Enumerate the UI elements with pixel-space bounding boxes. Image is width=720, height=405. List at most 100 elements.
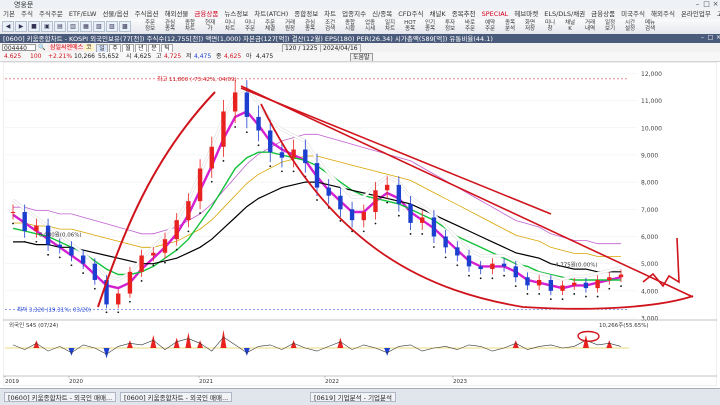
x-tick-label: 2019 — [5, 379, 19, 385]
menu-item[interactable]: 해외주식 — [648, 9, 678, 19]
candle-body — [490, 263, 495, 270]
toolbar-quick-button[interactable]: ▣ — [41, 21, 53, 32]
search-icon[interactable]: 🔍 — [38, 44, 45, 51]
toolbar-shortcut[interactable]: 화면 저장 — [520, 19, 540, 34]
toolbar-shortcut[interactable]: 주문 정보 — [140, 19, 160, 34]
menu-item[interactable]: 종목추천 — [449, 9, 479, 19]
price-row: 4.625 100 +2.21% 10,266 55,652 시 4,625 고… — [0, 52, 720, 62]
menu-item[interactable]: 미국주식 — [618, 9, 648, 19]
toolbar-shortcut[interactable]: 미니 주문 — [240, 19, 260, 34]
menu-item[interactable]: SPECIAL — [479, 9, 512, 19]
menu-item[interactable]: 금융상품 — [588, 9, 618, 19]
toolbar-shortcut[interactable]: 종목 분석 — [500, 19, 520, 34]
menu-item[interactable]: 주식 — [18, 9, 36, 19]
toolbar-shortcut[interactable]: 주문 체결 — [260, 19, 280, 34]
minimize-button[interactable]: – — [694, 1, 701, 8]
candle-body — [326, 187, 331, 196]
toolbar-quick-button[interactable]: ▩ — [119, 21, 131, 32]
taskbar-item[interactable]: [0600] 키움종합차트 - 외국인 매매... — [4, 392, 117, 402]
candle-body — [536, 279, 542, 286]
stock-code-input[interactable]: 004440 — [2, 44, 36, 52]
y-tick-label: 3,000 — [641, 316, 658, 323]
low-label: 저 — [186, 53, 192, 60]
candle-body — [431, 217, 437, 237]
signal-dot — [526, 293, 529, 295]
menu-item[interactable]: 차트(ATCH) — [251, 9, 291, 19]
toolbar-shortcut[interactable]: HOT 종목 — [400, 19, 420, 34]
volume: 10,266 — [74, 53, 95, 60]
toolbar-shortcut-line2: 분석 — [504, 26, 516, 32]
toolbar-quick-button[interactable]: ▥ — [67, 21, 79, 32]
signal-dot — [608, 287, 611, 290]
toolbar-shortcut[interactable]: 미니 차트 — [220, 19, 240, 34]
maximize-button[interactable]: □ — [703, 1, 710, 8]
menu-item[interactable]: 주식주문 — [36, 9, 66, 19]
candle-body — [279, 152, 285, 158]
toolbar-shortcut-line2: 종목 — [404, 26, 416, 32]
menu-item[interactable]: 해외선물 — [161, 9, 191, 19]
toolbar-shortcut[interactable]: 투자 정보 — [440, 19, 460, 34]
taskbar-item[interactable]: [0600] 키움종합차트 - 외국인 매매... — [120, 392, 233, 402]
toolbar-shortcut[interactable]: 거래 내역 — [580, 19, 600, 34]
toolbar-quick-button[interactable]: ■ — [28, 21, 40, 32]
menu-item[interactable]: CFD주식 — [395, 9, 426, 19]
candle-body — [116, 293, 121, 305]
candle-body — [338, 195, 343, 210]
window-close-button[interactable]: × — [712, 35, 720, 41]
candle-body — [595, 279, 600, 289]
menu-item[interactable]: 온라인업무 — [678, 9, 714, 19]
price-chart[interactable]: 12,000 11,000 10,000 9,000 8,000 7,000 6,000 5,… — [3, 62, 717, 386]
menu-item[interactable]: ELS/DLS/채권 — [541, 9, 588, 19]
toolbar-shortcut[interactable]: 바로 주문 — [460, 19, 480, 34]
toolbar-shortcut[interactable]: 업종 시세 — [360, 19, 380, 34]
menu-item[interactable]: 업종지수 — [339, 9, 369, 19]
menu-item[interactable]: 고객서비스 — [714, 9, 720, 19]
toolbar-quick-button[interactable]: ▶ — [15, 21, 27, 32]
toolbar-quick-button[interactable]: ▤ — [54, 21, 66, 32]
menu-item[interactable]: 차트 — [321, 9, 339, 19]
toolbar-shortcut[interactable]: 일정 보기 — [600, 19, 620, 34]
toolbar-quick-button[interactable]: ▧ — [93, 21, 105, 32]
toolbar-shortcut[interactable]: 시간 설정 — [620, 19, 640, 34]
menu-item[interactable]: 뉴스정보 — [221, 9, 251, 19]
toolbar-shortcut[interactable]: 관심 종목 — [160, 19, 180, 34]
close-button[interactable]: × — [712, 1, 719, 8]
signal-dot — [35, 240, 38, 243]
toolbar-quick-button[interactable]: ◀ — [2, 21, 14, 32]
toolbar-shortcut[interactable]: 거래 원장 — [280, 19, 300, 34]
menu-item[interactable]: ETF/ELW — [66, 9, 100, 19]
signal-dot — [117, 311, 120, 314]
toolbar-shortcut[interactable]: 메뉴 검색 — [640, 19, 660, 34]
menu-item[interactable]: 선물/옵션 — [99, 9, 131, 19]
menu-item[interactable]: 주식옵션 — [132, 9, 162, 19]
menu-item[interactable]: 헤브마켓 — [511, 9, 541, 19]
help-button[interactable]: 도움말 — [350, 53, 373, 61]
toolbar-shortcut[interactable]: 현재 가 — [200, 19, 220, 34]
menu-item[interactable]: 종합정보 — [291, 9, 321, 19]
candle-body — [244, 92, 250, 117]
signal-dot — [58, 256, 61, 259]
toolbar-shortcut[interactable]: 종합 시황 — [340, 19, 360, 34]
candle-body — [232, 92, 238, 112]
toolbar-shortcut[interactable]: 조건 검색 — [320, 19, 340, 34]
toolbar-shortcut[interactable]: 종합 차트 — [180, 19, 200, 34]
candle-body — [34, 225, 39, 232]
menu-item[interactable]: 채널K — [426, 9, 448, 19]
toolbar-shortcut[interactable]: 예약 주문 — [480, 19, 500, 34]
x-tick-label: 2022 — [325, 379, 339, 385]
y-tick-label: 7,000 — [641, 207, 658, 214]
toolbar-shortcut[interactable]: 관심 종목 — [300, 19, 320, 34]
toolbar-shortcut[interactable]: 인기 종목 — [420, 19, 440, 34]
toolbar-shortcut[interactable]: 채널 K — [560, 19, 580, 34]
menu-item[interactable]: 금융상품 — [191, 9, 221, 19]
signal-dot — [292, 170, 295, 173]
menu-item[interactable]: 신/종목 — [369, 9, 395, 19]
toolbar-shortcut[interactable]: 일지 차트 — [380, 19, 400, 34]
candle-body — [291, 149, 296, 158]
toolbar-quick-button[interactable]: ▨ — [106, 21, 118, 32]
toolbar-quick-button[interactable]: ▦ — [80, 21, 92, 32]
taskbar-item[interactable]: [0619] 기업분석 - 기업분석 — [310, 392, 396, 402]
menu-item[interactable]: 기본 — [0, 9, 18, 19]
signal-dot — [82, 272, 85, 274]
toolbar-shortcut[interactable]: 미니 창 — [540, 19, 560, 34]
